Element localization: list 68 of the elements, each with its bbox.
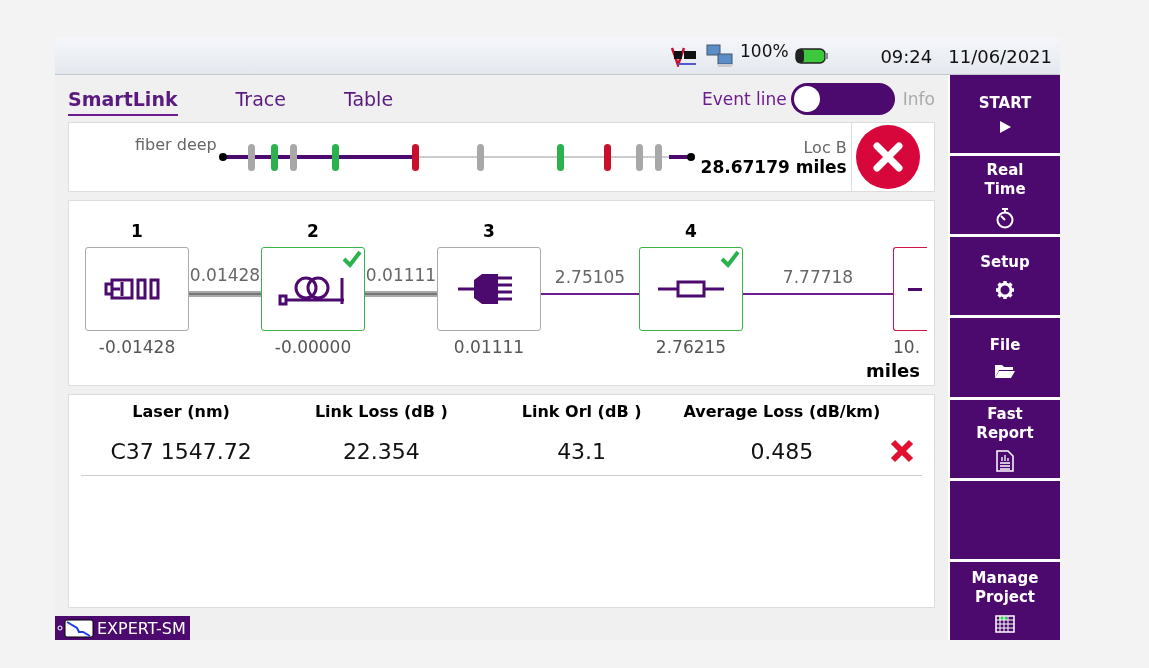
end-point-dot	[686, 153, 695, 161]
report-icon	[996, 450, 1014, 473]
event-marker[interactable]	[655, 144, 662, 171]
event-distance: -0.01428	[98, 337, 176, 357]
toggle-switch[interactable]	[790, 83, 895, 115]
event-marker[interactable]	[477, 144, 485, 171]
battery-icon	[794, 47, 829, 65]
mode-label: EXPERT-SM	[97, 618, 186, 638]
event-number: 4	[685, 221, 697, 243]
check-icon	[720, 250, 740, 268]
side-button[interactable]: Setup	[950, 237, 1060, 316]
tab[interactable]: Table	[343, 82, 394, 116]
toggle-label: Info	[902, 89, 935, 109]
event-box[interactable]	[261, 247, 365, 331]
section-length: 0.01111	[365, 265, 437, 285]
section-length: 7.77718	[782, 267, 854, 287]
event-marker[interactable]	[247, 144, 255, 171]
table-cell-text: 43.1	[556, 438, 608, 464]
link-length: 28.67179 miles	[700, 156, 847, 177]
grid-icon	[995, 614, 1015, 633]
play-icon	[998, 120, 1012, 135]
event-distance: 0.01111	[453, 337, 525, 357]
event-number: 3	[483, 221, 495, 243]
event-marker[interactable]	[411, 144, 419, 171]
end-label: Loc B	[803, 137, 847, 157]
event-distance: -0.00000	[274, 337, 352, 357]
event-box[interactable]	[437, 247, 541, 331]
event-box[interactable]	[85, 247, 189, 331]
side-button[interactable]: START	[950, 75, 1060, 154]
side-button[interactable]: Real Time	[950, 156, 1060, 235]
section-length: 2.75105	[554, 267, 626, 287]
column-header: Average Loss (dB/km)	[682, 401, 882, 421]
folder-icon	[994, 362, 1016, 379]
event-box[interactable]	[639, 247, 743, 331]
event-marker[interactable]	[271, 144, 279, 171]
table-cell-text: 0.485	[749, 438, 815, 464]
column-header: Laser (nm)	[131, 401, 231, 421]
tab[interactable]: SmartLink	[68, 82, 178, 116]
tab[interactable]: Trace	[235, 82, 286, 116]
side-button[interactable]: File	[950, 318, 1060, 397]
check-icon	[342, 250, 362, 268]
battery-percent: 100%	[740, 41, 789, 61]
clock-time: 09:24	[880, 45, 933, 67]
event-marker[interactable]	[332, 144, 340, 171]
toggle-label: Event line	[702, 89, 787, 109]
event-marker[interactable]	[556, 144, 564, 171]
date: 11/06/2021	[948, 45, 1052, 67]
trace-icon	[57, 618, 95, 638]
table-cell-text: 22.354	[341, 438, 421, 464]
end-point-dot	[218, 153, 227, 161]
event-marker[interactable]	[289, 144, 297, 171]
event-number: 1	[131, 221, 143, 243]
column-header: Link Orl (dB )	[520, 401, 643, 421]
start-label: fiber deep	[135, 135, 217, 154]
stopwatch-icon	[995, 206, 1015, 229]
column-header: Link Loss (dB )	[313, 401, 449, 421]
side-button[interactable]: Fast Report	[950, 399, 1060, 478]
section-length: 0.01428	[189, 265, 261, 285]
network-computers-icon	[706, 44, 734, 68]
event-marker[interactable]	[636, 144, 644, 171]
settings-icon	[995, 279, 1015, 300]
event-marker[interactable]	[603, 144, 611, 171]
side-button[interactable]: Manage Project	[950, 561, 1060, 640]
distance-unit: miles	[865, 360, 920, 381]
event-number: 2	[307, 221, 319, 243]
table-cell-text: C37 1547.72	[109, 438, 253, 464]
event-distance: 10.	[893, 337, 921, 357]
event-distance: 2.76215	[655, 337, 727, 357]
